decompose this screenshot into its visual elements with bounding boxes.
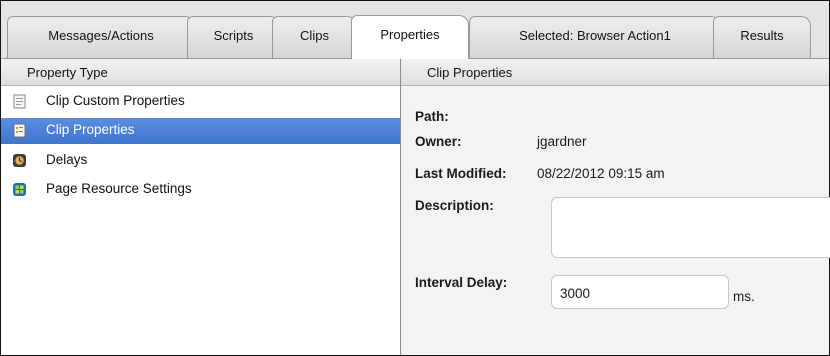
tab-label: Clips [300,28,329,43]
tab-bar: Messages/Actions Scripts Clips Propertie… [1,1,829,59]
property-type-panel: Property Type Clip Custom Properties Cli… [1,59,400,355]
tree-item-label: Page Resource Settings [46,181,192,196]
clip-properties-header: Clip Properties [401,59,829,86]
tab-label: Selected: Browser Action1 [519,28,671,43]
interval-unit-label: ms. [733,289,755,304]
owner-label: Owner: [415,134,462,149]
delay-icon [13,154,26,167]
tab-messages-actions[interactable]: Messages/Actions [7,16,195,58]
document-icon [13,94,26,109]
last-modified-label: Last Modified: [415,166,507,181]
owner-value: jgardner [537,134,587,149]
tab-label: Scripts [213,28,254,43]
interval-delay-input[interactable]: 3000 [551,275,729,309]
path-label: Path: [415,109,449,124]
description-label: Description: [415,198,494,213]
last-modified-value: 08/22/2012 09:15 am [537,166,665,181]
tab-properties[interactable]: Properties [351,15,469,59]
window-frame: Messages/Actions Scripts Clips Propertie… [0,0,830,356]
clip-properties-panel: Clip Properties Path: Owner: jgardner La… [401,59,830,355]
tree-item-label: Delays [46,152,88,167]
property-type-header: Property Type [1,59,400,86]
tab-label: Properties [380,27,440,42]
tree-item-clip-custom-properties[interactable]: Clip Custom Properties [1,89,400,115]
interval-delay-label: Interval Delay: [415,275,508,290]
tree-item-page-resource-settings[interactable]: Page Resource Settings [1,177,400,203]
tab-scripts[interactable]: Scripts [187,16,280,58]
tab-label: Results [740,28,784,43]
tree-item-label: Clip Custom Properties [46,93,185,108]
tab-results[interactable]: Results [713,16,811,58]
tree-item-clip-properties[interactable]: Clip Properties [1,118,400,144]
page-resource-icon [13,183,26,196]
properties-icon [13,123,26,138]
tab-clips[interactable]: Clips [272,16,357,58]
tree-item-delays[interactable]: Delays [1,148,400,174]
tab-label: Messages/Actions [48,28,154,43]
description-field[interactable] [551,197,830,258]
tree-item-label: Clip Properties [46,122,135,137]
tab-selected-browser-action[interactable]: Selected: Browser Action1 [469,16,721,58]
